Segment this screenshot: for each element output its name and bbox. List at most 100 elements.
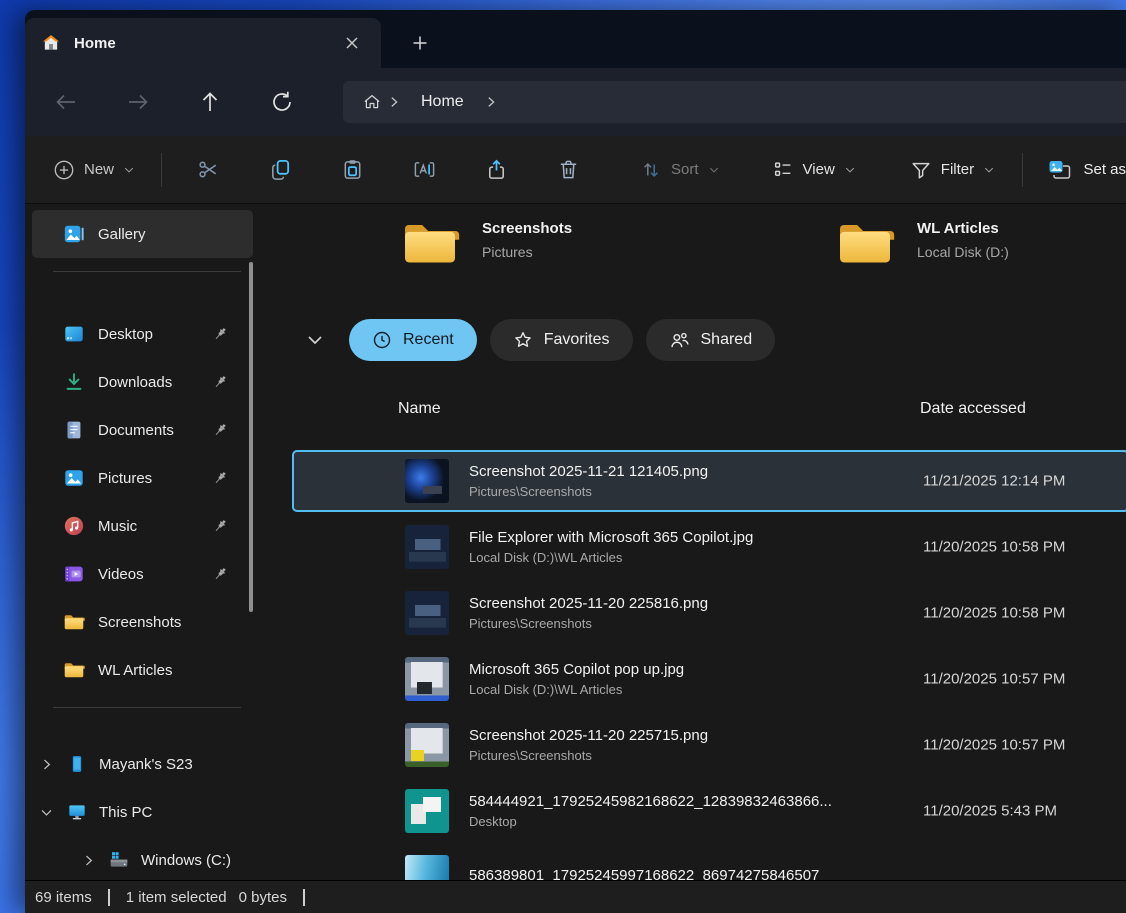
back-icon[interactable]: [53, 89, 79, 115]
file-row[interactable]: File Explorer with Microsoft 365 Copilot…: [292, 516, 1126, 578]
pin-icon: [212, 326, 229, 343]
folder-icon: [63, 611, 85, 633]
folder-icon: [400, 218, 460, 268]
music-icon: [63, 515, 85, 537]
file-explorer-window: Home: [25, 10, 1126, 913]
copy-icon[interactable]: [258, 149, 302, 191]
pin-icon: [212, 566, 229, 583]
folder-tile-wl-articles[interactable]: WL Articles Local Disk (D:): [835, 218, 1009, 268]
sidebar-item-label: Screenshots: [98, 614, 181, 631]
share-icon[interactable]: [474, 149, 518, 191]
items-count: 69 items: [35, 889, 92, 906]
forward-icon[interactable]: [125, 89, 151, 115]
refresh-icon[interactable]: [269, 89, 295, 115]
chevron-right-icon[interactable]: [77, 854, 99, 867]
sidebar-item-label: Videos: [98, 566, 144, 583]
pill-label: Favorites: [544, 331, 610, 349]
file-thumbnail: [405, 525, 449, 569]
sidebar-item-music[interactable]: Music: [25, 502, 265, 550]
paste-icon[interactable]: [330, 149, 374, 191]
sidebar-item-phone[interactable]: Mayank's S23: [25, 740, 265, 788]
phone-icon: [67, 754, 87, 774]
sidebar-item-screenshots[interactable]: Screenshots: [25, 598, 265, 646]
downloads-icon: [63, 371, 85, 393]
pin-icon: [212, 374, 229, 391]
folder-icon: [835, 218, 895, 268]
tile-location: Local Disk (D:): [917, 244, 1009, 260]
sidebar-item-gallery[interactable]: Gallery: [32, 210, 253, 258]
up-icon[interactable]: [197, 89, 223, 115]
star-icon: [513, 330, 533, 350]
file-name: Screenshot 2025-11-20 225816.png: [469, 595, 708, 612]
filter-label: Filter: [941, 161, 974, 178]
tab-close-icon[interactable]: [337, 28, 367, 58]
sidebar-item-pictures[interactable]: Pictures: [25, 454, 265, 502]
tab-home[interactable]: Home: [25, 18, 381, 68]
new-button[interactable]: New: [37, 148, 151, 192]
file-thumbnail: [405, 789, 449, 833]
pill-favorites[interactable]: Favorites: [490, 319, 633, 361]
rename-icon[interactable]: [402, 149, 446, 191]
column-header-name[interactable]: Name: [398, 400, 441, 418]
chevron-down-icon: [844, 164, 856, 176]
file-row[interactable]: 584444921_17925245982168622_128398324638…: [292, 780, 1126, 842]
toolbar-divider: [1022, 153, 1023, 187]
pill-label: Shared: [701, 331, 753, 349]
sidebar-scrollbar[interactable]: [249, 262, 253, 612]
file-row[interactable]: 586389801_17925245997168622_869742758465…: [292, 846, 1126, 880]
file-thumbnail: [405, 591, 449, 635]
set-as-wallpaper-icon: [1047, 158, 1073, 182]
chevron-right-icon[interactable]: [35, 758, 57, 771]
recent-files-list: Screenshot 2025-11-21 121405.png Picture…: [265, 428, 1126, 880]
file-path: Local Disk (D:)\WL Articles: [469, 682, 684, 697]
section-collapse-chevron-icon[interactable]: [305, 330, 325, 350]
sidebar-item-windows-c[interactable]: Windows (C:): [25, 836, 265, 880]
pill-recent[interactable]: Recent: [349, 319, 477, 361]
chevron-down-icon[interactable]: [35, 806, 57, 819]
sidebar-item-label: Desktop: [98, 326, 153, 343]
set-as-button[interactable]: Set as: [1033, 148, 1126, 192]
cut-icon[interactable]: [186, 149, 230, 191]
breadcrumb-home-icon[interactable]: [363, 93, 381, 111]
view-menu[interactable]: View: [758, 148, 870, 192]
new-tab-button[interactable]: [403, 26, 437, 60]
status-divider: [303, 889, 305, 906]
toolbar-divider: [161, 153, 162, 187]
status-divider: [108, 889, 110, 906]
file-thumbnail: [405, 657, 449, 701]
sidebar-item-desktop[interactable]: Desktop: [25, 310, 265, 358]
column-header-date[interactable]: Date accessed: [920, 400, 1026, 418]
pictures-icon: [63, 467, 85, 489]
chevron-right-icon[interactable]: [484, 95, 498, 109]
status-bar: 69 items 1 item selected 0 bytes: [25, 880, 1126, 913]
file-row[interactable]: Screenshot 2025-11-20 225816.png Picture…: [292, 582, 1126, 644]
breadcrumb-home[interactable]: Home: [421, 93, 464, 111]
clock-icon: [372, 330, 392, 350]
delete-icon[interactable]: [546, 149, 590, 191]
file-thumbnail: [405, 855, 449, 880]
pinned-folders-list: Desktop Downloads: [25, 310, 265, 694]
sidebar-item-documents[interactable]: Documents: [25, 406, 265, 454]
file-name: Microsoft 365 Copilot pop up.jpg: [469, 661, 684, 678]
file-thumbnail: [405, 723, 449, 767]
sidebar-item-downloads[interactable]: Downloads: [25, 358, 265, 406]
address-bar[interactable]: Home: [343, 81, 1126, 123]
desktop-wallpaper: Home: [0, 0, 1126, 913]
sidebar-item-videos[interactable]: Videos: [25, 550, 265, 598]
pill-shared[interactable]: Shared: [646, 319, 776, 361]
list-header: Name Date accessed: [265, 372, 1126, 428]
folder-tile-screenshots[interactable]: Screenshots Pictures: [400, 218, 572, 268]
sidebar-item-this-pc[interactable]: This PC: [25, 788, 265, 836]
file-row[interactable]: Microsoft 365 Copilot pop up.jpg Local D…: [292, 648, 1126, 710]
pin-icon: [212, 470, 229, 487]
device-tree: Mayank's S23 This PC: [25, 740, 265, 880]
file-thumbnail: [405, 459, 449, 503]
sidebar-item-label: WL Articles: [98, 662, 172, 679]
sidebar-item-wl-articles[interactable]: WL Articles: [25, 646, 265, 694]
file-row[interactable]: Screenshot 2025-11-20 225715.png Picture…: [292, 714, 1126, 776]
filter-menu[interactable]: Filter: [896, 148, 1009, 192]
sort-menu[interactable]: Sort: [626, 148, 734, 192]
new-plus-icon: [53, 159, 75, 181]
file-row[interactable]: Screenshot 2025-11-21 121405.png Picture…: [292, 450, 1126, 512]
this-pc-icon: [67, 802, 87, 822]
